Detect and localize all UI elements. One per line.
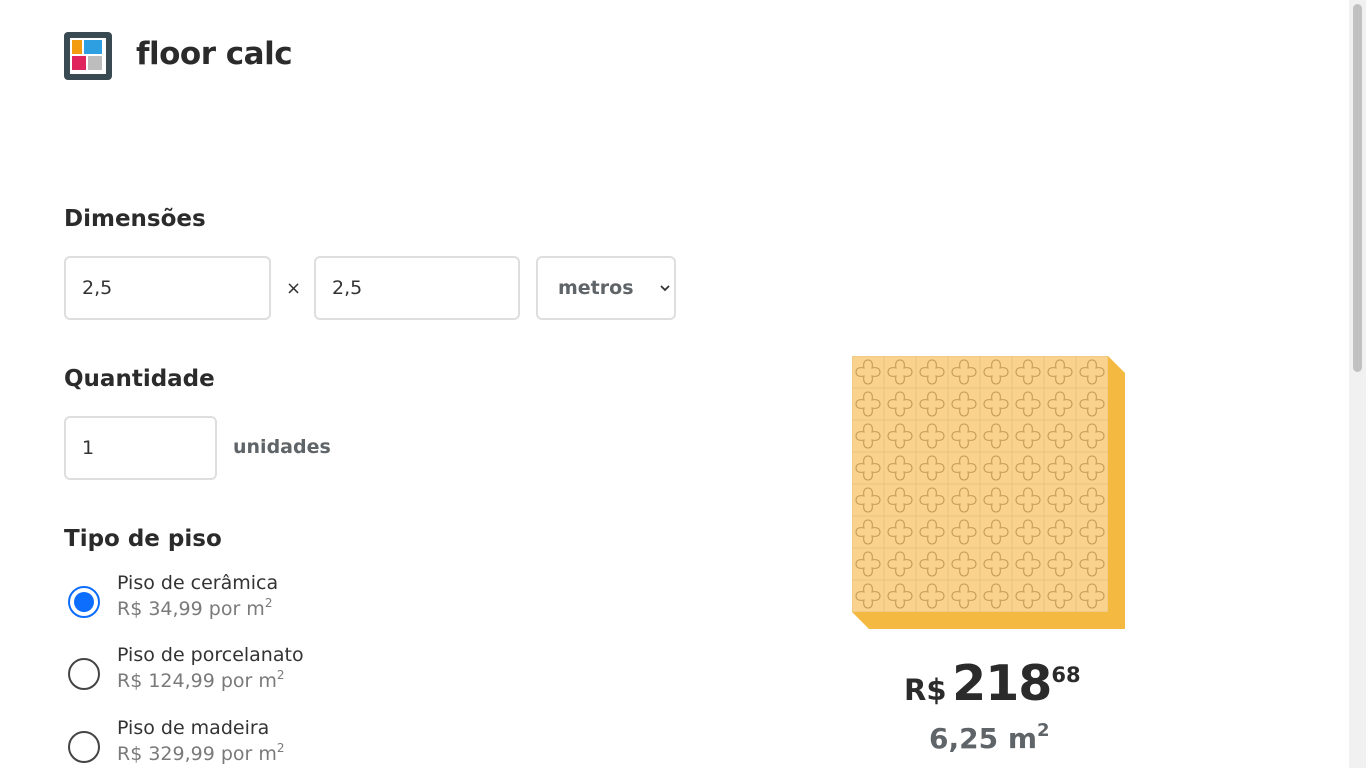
times-separator: × <box>286 278 302 299</box>
dimensions-title: Dimensões <box>64 206 206 232</box>
quantity-title: Quantidade <box>64 366 215 392</box>
quantity-input[interactable] <box>64 416 217 480</box>
total-price: R$ 21868 <box>904 655 1081 712</box>
brand-name: floor calc <box>136 36 293 72</box>
page-scrollbar[interactable] <box>1349 0 1366 768</box>
radio-ceramica[interactable] <box>68 586 100 618</box>
tile-illustration <box>852 356 1126 630</box>
option-label: Piso de porcelanato <box>117 644 304 666</box>
radio-porcelanato[interactable] <box>68 658 100 690</box>
price-currency: R$ <box>904 673 947 707</box>
price-integer: 218 <box>952 655 1052 712</box>
option-price: R$ 124,99 por m2 <box>117 668 285 692</box>
width-input[interactable] <box>64 256 271 320</box>
unit-select[interactable]: metros <box>536 256 676 320</box>
option-label: Piso de cerâmica <box>117 572 279 594</box>
option-price: R$ 329,99 por m2 <box>117 741 285 765</box>
total-area: 6,25 m2 <box>929 720 1050 755</box>
unit-select-value: metros <box>558 277 634 299</box>
option-label: Piso de madeira <box>117 717 270 739</box>
quantity-unit-label: unidades <box>233 436 331 458</box>
scrollbar-thumb[interactable] <box>1353 4 1362 372</box>
price-cents: 68 <box>1051 663 1081 687</box>
chevron-down-icon <box>660 285 670 292</box>
logo <box>64 32 112 80</box>
length-input[interactable] <box>314 256 520 320</box>
radio-madeira[interactable] <box>68 731 100 763</box>
option-price: R$ 34,99 por m2 <box>117 596 273 620</box>
floor-type-title: Tipo de piso <box>64 526 222 552</box>
